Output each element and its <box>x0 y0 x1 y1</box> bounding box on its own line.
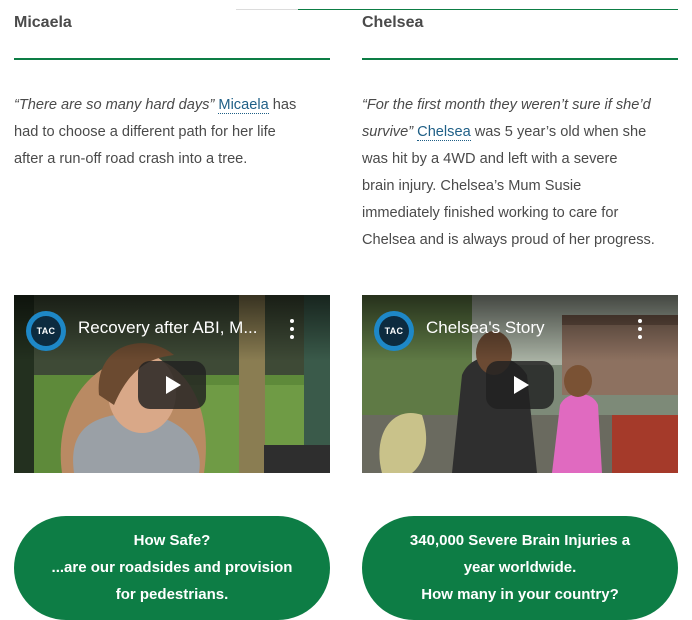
story-line: was hit by a 4WD and left with a severe <box>362 151 618 167</box>
story-line: was 5 year’s old when she <box>474 124 647 140</box>
story-quote: survive” <box>362 124 414 140</box>
story-quote: “For the first month they weren’t sure i… <box>362 97 651 113</box>
cta-line: ...are our roadsides and provision <box>51 559 293 576</box>
story-text: “There are so many hard days” Micaela ha… <box>14 92 330 173</box>
cta-line: 340,000 Severe Brain Injuries a <box>409 532 631 549</box>
green-divider <box>14 58 330 60</box>
channel-logo[interactable]: TAC <box>374 311 414 351</box>
video-title[interactable]: Recovery after ABI, M... <box>78 318 284 338</box>
story-line: brain injury. Chelsea’s Mum Susie <box>362 178 582 194</box>
tac-logo: TAC <box>379 316 409 346</box>
story-line: has <box>272 97 297 113</box>
play-icon <box>166 376 181 394</box>
video-title[interactable]: Chelsea's Story <box>426 318 632 338</box>
cta-line: for pedestrians. <box>115 586 229 603</box>
video-player[interactable]: TAC Chelsea's Story <box>362 295 678 473</box>
more-vert-icon[interactable] <box>282 317 302 341</box>
play-icon <box>514 376 529 394</box>
profile-name: Micaela <box>14 14 72 31</box>
story-line: Chelsea and is always proud of her progr… <box>362 232 655 248</box>
tac-logo: TAC <box>31 316 61 346</box>
profile-link[interactable]: Chelsea <box>417 124 471 141</box>
story-line: after a run-off road crash into a tree. <box>14 151 248 167</box>
play-button[interactable] <box>486 361 554 409</box>
green-divider <box>362 58 678 60</box>
top-divider-light <box>236 9 298 10</box>
play-button[interactable] <box>138 361 206 409</box>
story-line: had to choose a different path for her l… <box>14 124 276 140</box>
cta-button-brain-injuries[interactable]: 340,000 Severe Brain Injuries a year wor… <box>362 516 678 620</box>
profile-name: Chelsea <box>362 14 424 31</box>
video-player[interactable]: TAC Recovery after ABI, M... <box>14 295 330 473</box>
more-vert-icon[interactable] <box>630 317 650 341</box>
cta-button-how-safe[interactable]: How Safe? ...are our roadsides and provi… <box>14 516 330 620</box>
cta-line: How many in your country? <box>421 586 619 603</box>
profile-link[interactable]: Micaela <box>218 97 269 114</box>
cta-line: year worldwide. <box>463 559 577 576</box>
cta-line: How Safe? <box>133 532 211 549</box>
story-line: immediately finished working to care for <box>362 205 619 221</box>
story-text: “For the first month they weren’t sure i… <box>362 92 678 254</box>
story-quote: “There are so many hard days” <box>14 97 215 113</box>
channel-logo[interactable]: TAC <box>26 311 66 351</box>
top-divider-green <box>298 9 678 10</box>
